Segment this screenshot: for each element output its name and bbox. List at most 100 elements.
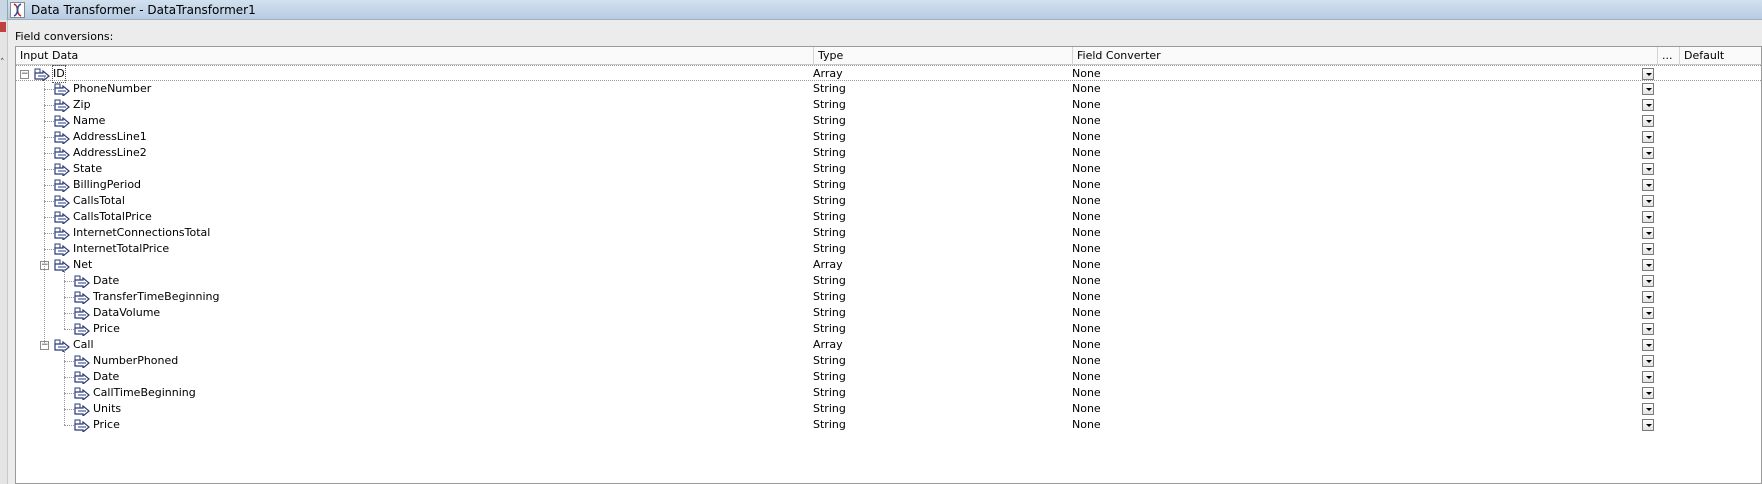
table-row[interactable]: InternetConnectionsTotal String None <box>16 225 1761 242</box>
field-name: Name <box>73 114 106 127</box>
field-type: String <box>813 162 846 175</box>
column-header-more[interactable]: ... <box>1657 47 1679 65</box>
converter-dropdown-button[interactable] <box>1642 195 1654 207</box>
table-row[interactable]: DataVolume String None <box>16 305 1761 322</box>
field-converter-select[interactable]: None <box>1072 145 1101 161</box>
field-converter-select[interactable]: None <box>1072 177 1101 193</box>
column-header-input-data[interactable]: Input Data <box>16 47 813 65</box>
field-type: String <box>813 386 846 399</box>
table-row[interactable]: Date String None <box>16 369 1761 386</box>
converter-dropdown-button[interactable] <box>1642 243 1654 255</box>
table-row[interactable]: Name String None <box>16 113 1761 130</box>
window-title: Data Transformer - DataTransformer1 <box>31 3 256 17</box>
converter-dropdown-button[interactable] <box>1642 323 1654 335</box>
field-type: String <box>813 130 846 143</box>
table-row[interactable]: NumberPhoned String None <box>16 353 1761 370</box>
converter-dropdown-button[interactable] <box>1642 211 1654 223</box>
table-row[interactable]: − Net Array None <box>16 257 1761 274</box>
field-arrow-icon <box>74 354 90 370</box>
data-transformer-icon <box>10 2 25 18</box>
table-row[interactable]: AddressLine2 String None <box>16 145 1761 162</box>
field-converter-select[interactable]: None <box>1072 273 1101 289</box>
field-type: String <box>813 306 846 319</box>
converter-dropdown-button[interactable] <box>1642 307 1654 319</box>
tree-connector <box>44 201 54 202</box>
converter-dropdown-button[interactable] <box>1642 419 1654 431</box>
field-converter-select[interactable]: None <box>1072 97 1101 113</box>
converter-dropdown-button[interactable] <box>1642 83 1654 95</box>
table-row[interactable]: − ID Array None <box>16 65 1761 83</box>
field-arrow-icon <box>54 162 70 178</box>
field-converter-select[interactable]: None <box>1072 337 1101 353</box>
converter-dropdown-button[interactable] <box>1642 339 1654 351</box>
tree-connector <box>64 269 65 329</box>
tree-connector <box>44 169 54 170</box>
field-converter-select[interactable]: None <box>1072 113 1101 129</box>
table-row[interactable]: CallTimeBeginning String None <box>16 385 1761 402</box>
field-converter-select[interactable]: None <box>1072 353 1101 369</box>
collapse-toggle-icon[interactable]: − <box>20 70 29 79</box>
table-row[interactable]: BillingPeriod String None <box>16 177 1761 194</box>
converter-dropdown-button[interactable] <box>1642 147 1654 159</box>
converter-dropdown-button[interactable] <box>1642 227 1654 239</box>
field-converter-select[interactable]: None <box>1072 66 1101 82</box>
field-converter-select[interactable]: None <box>1072 209 1101 225</box>
converter-dropdown-button[interactable] <box>1642 99 1654 111</box>
table-row[interactable]: CallsTotal String None <box>16 193 1761 210</box>
field-converter-select[interactable]: None <box>1072 193 1101 209</box>
field-converter-select[interactable]: None <box>1072 401 1101 417</box>
field-converter-select[interactable]: None <box>1072 225 1101 241</box>
table-row[interactable]: Price String None <box>16 321 1761 338</box>
field-converter-select[interactable]: None <box>1072 321 1101 337</box>
field-name: Units <box>93 402 122 415</box>
table-row[interactable]: CallsTotalPrice String None <box>16 209 1761 226</box>
field-converter-select[interactable]: None <box>1072 417 1101 433</box>
table-row[interactable]: Zip String None <box>16 97 1761 114</box>
column-header-type[interactable]: Type <box>813 47 1072 65</box>
table-row[interactable]: Units String None <box>16 401 1761 418</box>
converter-dropdown-button[interactable] <box>1642 371 1654 383</box>
converter-dropdown-button[interactable] <box>1642 291 1654 303</box>
column-header-field-converter[interactable]: Field Converter <box>1072 47 1657 65</box>
field-arrow-icon <box>34 67 50 83</box>
converter-dropdown-button[interactable] <box>1642 131 1654 143</box>
table-row[interactable]: PhoneNumber String None <box>16 81 1761 98</box>
table-row[interactable]: TransferTimeBeginning String None <box>16 289 1761 306</box>
converter-dropdown-button[interactable] <box>1642 259 1654 271</box>
field-name: Price <box>93 322 120 335</box>
field-converter-select[interactable]: None <box>1072 241 1101 257</box>
converter-dropdown-button[interactable] <box>1642 68 1654 80</box>
converter-dropdown-button[interactable] <box>1642 179 1654 191</box>
field-converter-select[interactable]: None <box>1072 385 1101 401</box>
tree-connector <box>44 249 54 250</box>
table-row[interactable]: − Call Array None <box>16 337 1761 354</box>
converter-dropdown-button[interactable] <box>1642 163 1654 175</box>
converter-dropdown-button[interactable] <box>1642 387 1654 399</box>
tree-connector <box>64 329 74 330</box>
table-row[interactable]: State String None <box>16 161 1761 178</box>
column-header-default[interactable]: Default <box>1679 47 1762 65</box>
field-converter-select[interactable]: None <box>1072 305 1101 321</box>
field-converter-select[interactable]: None <box>1072 129 1101 145</box>
tree-connector <box>44 89 54 90</box>
converter-dropdown-button[interactable] <box>1642 355 1654 367</box>
field-arrow-icon <box>54 338 70 354</box>
converter-dropdown-button[interactable] <box>1642 115 1654 127</box>
field-converter-select[interactable]: None <box>1072 161 1101 177</box>
field-converter-select[interactable]: None <box>1072 81 1101 97</box>
field-name: State <box>73 162 103 175</box>
tree-connector <box>44 105 54 106</box>
field-converter-select[interactable]: None <box>1072 369 1101 385</box>
field-arrow-icon <box>54 242 70 258</box>
table-row[interactable]: InternetTotalPrice String None <box>16 241 1761 258</box>
table-row[interactable]: AddressLine1 String None <box>16 129 1761 146</box>
field-converter-select[interactable]: None <box>1072 289 1101 305</box>
collapse-arrow-icon[interactable]: ˄ <box>0 58 5 68</box>
field-type: String <box>813 242 846 255</box>
converter-dropdown-button[interactable] <box>1642 275 1654 287</box>
table-row[interactable]: Price String None <box>16 417 1761 434</box>
converter-dropdown-button[interactable] <box>1642 403 1654 415</box>
field-converter-select[interactable]: None <box>1072 257 1101 273</box>
tree-connector <box>64 313 74 314</box>
table-row[interactable]: Date String None <box>16 273 1761 290</box>
